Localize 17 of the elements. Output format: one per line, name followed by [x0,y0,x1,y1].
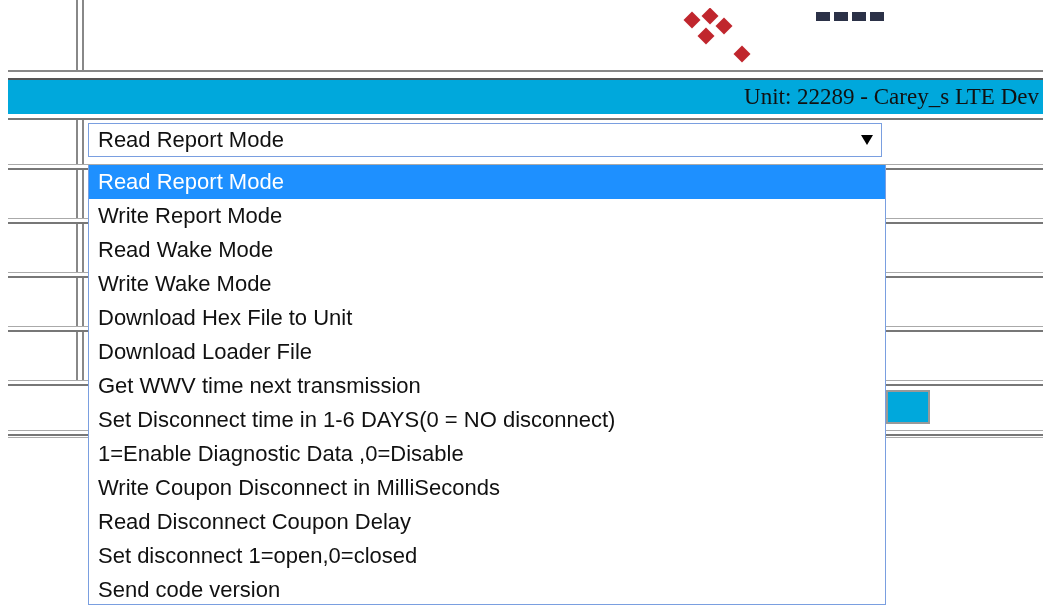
dropdown-option[interactable]: Read Wake Mode [89,233,885,267]
action-button[interactable] [886,390,930,424]
dropdown-option[interactable]: 1=Enable Diagnostic Data ,0=Disable [89,437,885,471]
command-select[interactable]: Read Report Mode [88,123,882,157]
select-value: Read Report Mode [98,127,284,153]
dropdown-option[interactable]: Download Hex File to Unit [89,301,885,335]
dropdown-option[interactable]: Send code version [89,573,885,604]
unit-title: Unit: 22289 - Carey_s LTE Dev [744,84,1040,110]
dropdown-option[interactable]: Read Disconnect Coupon Delay [89,505,885,539]
dropdown-option[interactable]: Write Report Mode [89,199,885,233]
dropdown-option[interactable]: Write Wake Mode [89,267,885,301]
dropdown-option[interactable]: Set disconnect 1=open,0=closed [89,539,885,573]
dropdown-arrow-icon [861,135,873,145]
dropdown-option[interactable]: Write Coupon Disconnect in MilliSeconds [89,471,885,505]
dropdown-option[interactable]: Download Loader File [89,335,885,369]
dropdown-option[interactable]: Set Disconnect time in 1-6 DAYS(0 = NO disconnect) [89,403,885,437]
dropdown-option[interactable]: Get WWV time next transmission [89,369,885,403]
